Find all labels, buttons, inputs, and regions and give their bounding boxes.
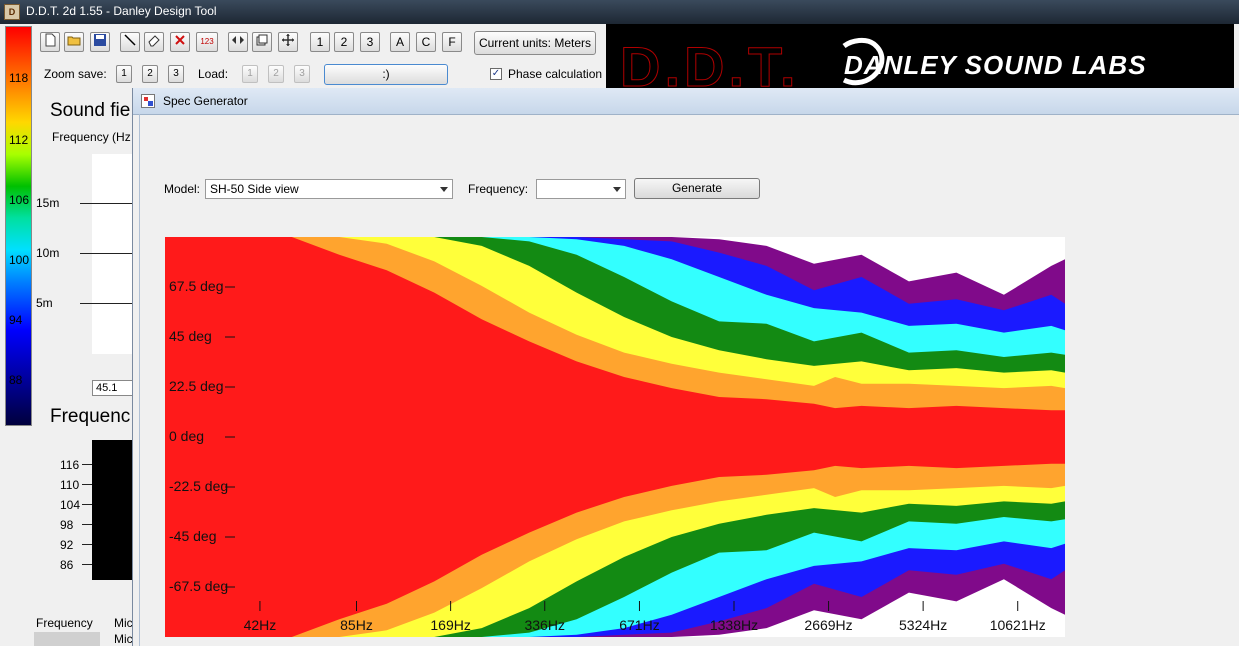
spl-tick: 116 [60,458,80,472]
preset-3-button[interactable]: 3 [360,32,380,52]
main-panel: Sound fie Frequency (Hz 15m 10m 5m 45.1 … [34,90,152,646]
weighting-a-button[interactable]: A [390,32,410,52]
x-tick-label: 336Hz [524,617,565,633]
dispersion-plot: 67.5 deg 45 deg 22.5 deg 0 deg -22.5 deg -45 … [165,237,1065,637]
frequency-label: Frequency: [468,182,529,196]
eraser-icon[interactable] [144,32,164,52]
app-icon[interactable]: D [4,4,20,20]
phase-calculation-label: Phase calculation [508,67,603,81]
zoom-save-1-button[interactable]: 1 [116,65,132,83]
x-tick-label: 2669Hz [804,617,853,633]
spl-tick: 98 [60,518,74,532]
spl-tick: 92 [60,538,74,552]
tick-mark [82,464,92,465]
spl-tick: 86 [60,558,74,572]
smile-button[interactable]: :) [324,64,448,85]
flip-horizontal-icon[interactable] [228,32,248,52]
x-tick-label: 671Hz [619,617,660,633]
generate-button[interactable]: Generate [634,178,760,199]
legend-value: 100 [9,253,30,267]
distance-tick: 10m [36,246,60,260]
sound-field-title: Sound fie [50,100,131,121]
current-units-button[interactable]: Current units: Meters [474,31,596,55]
frequency-cell[interactable] [34,632,100,646]
save-icon[interactable] [90,32,110,52]
open-folder-icon[interactable] [64,32,84,52]
weighting-c-button[interactable]: C [416,32,436,52]
frequency-column-label: Frequency [36,616,93,630]
y-tick-label: -45 deg [169,528,217,544]
window-title: D.D.T. 2d 1.55 - Danley Design Tool [26,4,217,18]
main-toolbar: 123 1 2 3 A C F Current units: Meters Zo… [34,26,604,88]
legend-value: 94 [9,313,23,327]
distance-tick: 15m [36,196,60,210]
dialog-title: Spec Generator [163,94,248,108]
preset-1-button[interactable]: 1 [310,32,330,52]
tick-mark [82,564,92,565]
frequency-title: Frequenc [50,406,131,427]
spec-generator-icon [141,94,155,108]
dispersion-heatmap [165,237,1065,637]
x-tick-label: 85Hz [340,617,373,633]
zoom-save-2-button[interactable]: 2 [142,65,158,83]
load-3-button[interactable]: 3 [294,65,310,83]
model-select[interactable]: SH-50 Side view [205,179,453,199]
legend-value: 88 [9,373,23,387]
y-tick-label: 0 deg [169,428,205,444]
preset-2-button[interactable]: 2 [334,32,354,52]
mic-column-label: Mic [114,616,133,630]
model-label: Model: [164,182,201,196]
y-tick-label: 67.5 deg [169,278,224,294]
y-tick-label: -22.5 deg [169,478,229,494]
frequency-select[interactable] [536,179,626,199]
legend-value: 112 [9,133,29,147]
zoom-save-label: Zoom save: [44,67,107,81]
y-tick-label: -67.5 deg [169,578,229,594]
new-file-icon[interactable] [40,32,60,52]
x-tick-label: 42Hz [243,617,277,633]
tick-mark [82,504,92,505]
model-select-value: SH-50 Side view [210,182,299,196]
numbering-icon[interactable]: 123 [196,32,218,52]
tick-mark [82,484,92,485]
delete-icon[interactable] [170,32,190,52]
window-icon[interactable] [252,32,272,52]
zoom-save-3-button[interactable]: 3 [168,65,184,83]
window-title-bar: D D.D.T. 2d 1.55 - Danley Design Tool [0,0,1239,24]
x-tick-label: 10621Hz [989,617,1046,633]
distance-tick: 5m [36,296,53,310]
x-tick-label: 1338Hz [709,617,759,633]
phase-calculation-checkbox[interactable]: ✓ [490,68,502,80]
dialog-title-bar: Spec Generator [133,88,1239,115]
load-2-button[interactable]: 2 [268,65,284,83]
chevron-down-icon [440,187,448,192]
danley-logo-text: DANLEY SOUND LABS [844,50,1147,80]
y-tick-label: 45 deg [169,328,212,344]
legend-value: 118 [9,71,29,85]
chevron-down-icon [613,187,621,192]
spl-color-legend: 118 112 106 100 94 88 [5,26,32,426]
tick-mark [82,544,92,545]
mic-cell-label: Mic [114,632,133,646]
line-tool-icon[interactable] [120,32,140,52]
frequency-sublabel: Frequency (Hz [52,130,131,144]
spl-tick: 110 [60,478,80,492]
legend-value: 106 [9,193,30,207]
spec-generator-dialog: Spec Generator Model: SH-50 Side view Fr… [132,88,1239,646]
weighting-f-button[interactable]: F [442,32,462,52]
move-icon[interactable] [278,32,298,52]
spl-tick: 104 [60,498,81,512]
load-1-button[interactable]: 1 [242,65,258,83]
x-tick-label: 169Hz [430,617,471,633]
load-label: Load: [198,67,229,81]
tick-mark [82,524,92,525]
x-tick-label: 5324Hz [898,617,948,633]
y-tick-label: 22.5 deg [169,378,224,394]
